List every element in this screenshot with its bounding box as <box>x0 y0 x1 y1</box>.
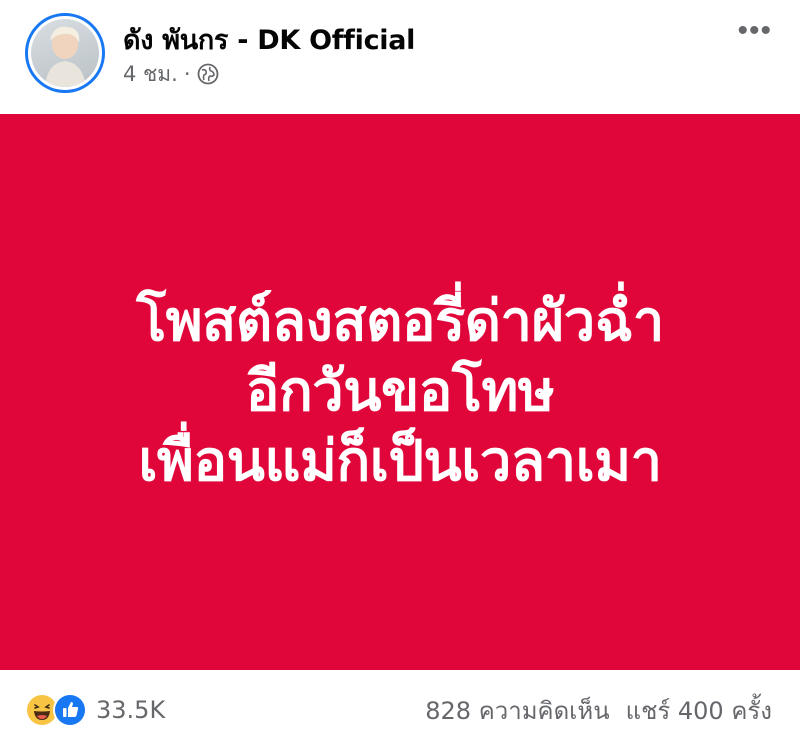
comments-count[interactable]: 828 ความคิดเห็น <box>425 691 609 730</box>
image-text-line-3: เพื่อนแม่ก็เป็นเวลาเมา <box>138 429 662 494</box>
like-icon <box>53 693 87 727</box>
post-timestamp[interactable]: 4 ชม. <box>123 58 178 91</box>
image-text-line-1: โพสต์ลงสตอรี่ด่าผัวฉ่ำ <box>136 289 664 354</box>
shares-count[interactable]: แชร์ 400 ครั้ง <box>626 691 772 730</box>
reactions-summary[interactable]: 33.5K <box>25 693 165 727</box>
author-name[interactable]: ดัง พันกร - DK Official <box>123 18 415 61</box>
avatar-image <box>31 19 99 87</box>
post-image[interactable]: โพสต์ลงสตอรี่ด่าผัวฉ่ำ อีกวันขอโทษ เพื่อ… <box>0 114 800 670</box>
avatar-portrait-icon <box>45 26 86 87</box>
reaction-count: 33.5K <box>96 696 166 724</box>
meta-separator: · <box>183 62 191 86</box>
globe-icon <box>197 63 219 85</box>
image-text-line-2: อีกวันขอโทษ <box>245 359 555 424</box>
post-header: ดัง พันกร - DK Official 4 ชม. · ••• <box>0 0 800 112</box>
more-options-icon[interactable]: ••• <box>737 16 772 46</box>
engagement-stats: 828 ความคิดเห็น แชร์ 400 ครั้ง <box>425 693 772 727</box>
author-avatar[interactable] <box>25 13 105 93</box>
post-meta: 4 ชม. · <box>123 60 219 88</box>
